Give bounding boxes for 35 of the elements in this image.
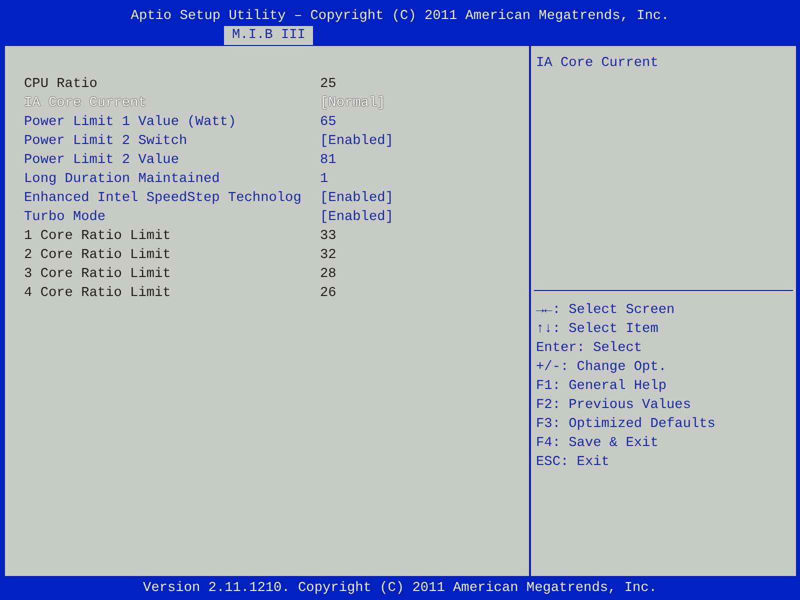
setting-value: 33 bbox=[320, 228, 336, 246]
key-hint: Enter: Select bbox=[535, 340, 644, 358]
setting-value: 28 bbox=[320, 266, 336, 284]
setting-value: 26 bbox=[320, 285, 336, 303]
header-title: Aptio Setup Utility – Copyright (C) 2011 American Megatrends, Inc. bbox=[130, 8, 670, 26]
setting-label: 1 Core Ratio Limit bbox=[24, 228, 172, 246]
setting-value[interactable]: 81 bbox=[320, 151, 336, 170]
footer-text: Version 2.11.1210. Copyright (C) 2011 American Megatrends, Inc. bbox=[143, 581, 657, 596]
key-hint: F1: General Help bbox=[535, 378, 668, 396]
setting-value[interactable]: [Enabled] bbox=[320, 132, 394, 151]
setting-label: 2 Core Ratio Limit bbox=[24, 247, 172, 265]
setting-label[interactable]: Turbo Mode bbox=[24, 208, 320, 227]
setting-value: 32 bbox=[320, 247, 336, 265]
setting-label[interactable]: Power Limit 1 Value (Watt) bbox=[24, 113, 320, 132]
setting-value[interactable]: 1 bbox=[320, 170, 328, 189]
key-hint: F2: Previous Values bbox=[535, 397, 692, 415]
key-hint: →←: Select Screen bbox=[535, 302, 676, 320]
setting-label: 4 Core Ratio Limit bbox=[24, 285, 172, 303]
setting-label[interactable]: Long Duration Maintained bbox=[24, 170, 320, 189]
setting-label[interactable]: Power Limit 2 Switch bbox=[24, 132, 320, 151]
setting-label[interactable]: Power Limit 2 Value bbox=[24, 151, 320, 170]
help-text: IA Core Current bbox=[535, 55, 660, 73]
tab[interactable]: M.I.B III bbox=[224, 26, 314, 45]
key-hint: ↑↓: Select Item bbox=[535, 321, 660, 339]
setting-label: CPU Ratio bbox=[24, 76, 98, 94]
key-hint: +/-: Change Opt. bbox=[535, 359, 668, 377]
key-hint: F3: Optimized Defaults bbox=[535, 416, 716, 434]
key-hint: F4: Save & Exit bbox=[535, 435, 660, 453]
setting-value[interactable]: 65 bbox=[320, 113, 336, 132]
setting-value: 25 bbox=[320, 76, 336, 94]
setting-label[interactable]: Enhanced Intel SpeedStep Technolog bbox=[24, 189, 320, 208]
setting-value[interactable]: [Enabled] bbox=[320, 189, 394, 208]
setting-label: 3 Core Ratio Limit bbox=[24, 266, 172, 284]
key-hint: ESC: Exit bbox=[535, 454, 610, 472]
setting-value[interactable]: [Enabled] bbox=[320, 208, 394, 227]
